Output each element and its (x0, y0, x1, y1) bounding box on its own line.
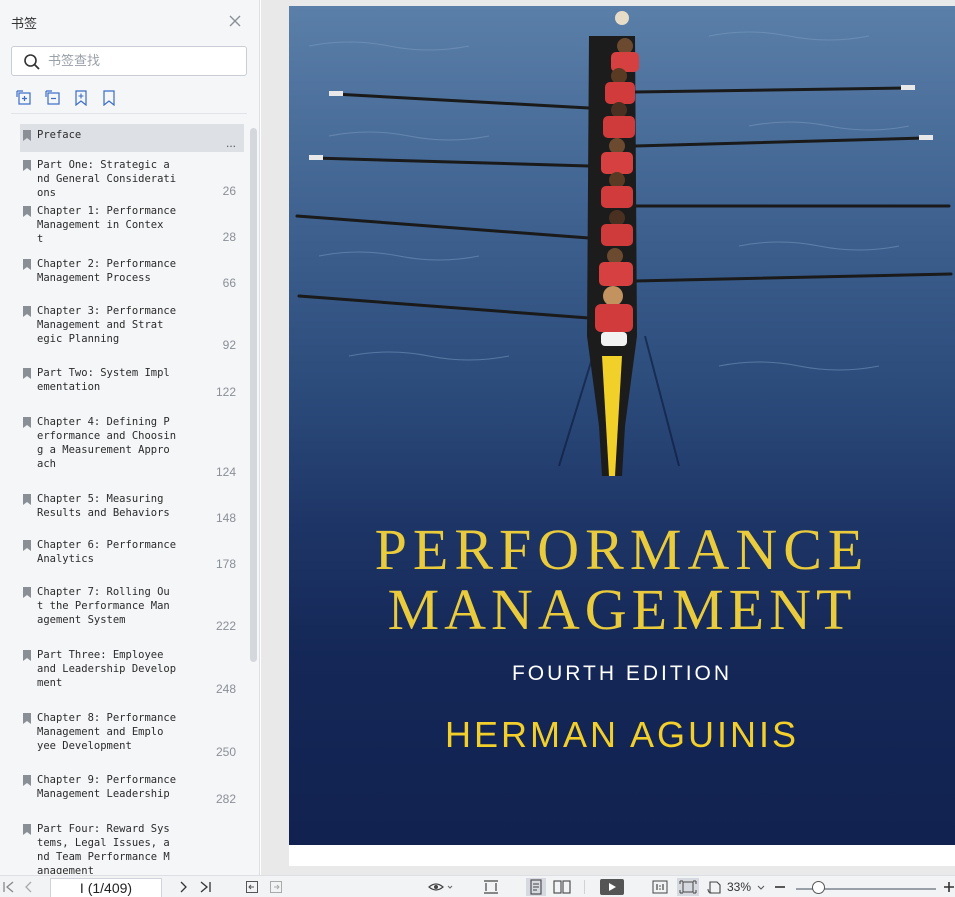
bookmark-label: Chapter 5: Measuring Results and Behavio… (37, 493, 170, 519)
bookmark-page: 66 (222, 276, 236, 290)
bookmark-item[interactable]: Chapter 6: Performance Analytics 178 (20, 534, 244, 571)
book-cover: PERFORMANCE MANAGEMENT FOURTH EDITION HE… (289, 6, 955, 845)
chevron-down-icon[interactable] (757, 880, 765, 894)
bookmark-label: Chapter 2: Performance Management Proces… (37, 258, 177, 284)
rotate-page-icon[interactable] (707, 880, 723, 894)
bookmark-page: 178 (215, 557, 236, 571)
bookmark-icon (23, 259, 31, 270)
expand-all-icon[interactable] (16, 90, 32, 106)
next-view-icon[interactable] (269, 880, 283, 894)
bookmark-item[interactable]: Chapter 3: Performance Management and St… (20, 300, 244, 352)
bookmark-page: 124 (215, 465, 236, 479)
bookmark-item[interactable]: Chapter 5: Measuring Results and Behavio… (20, 488, 244, 525)
bookmark-label: Part One: Strategic a nd General Conside… (37, 159, 177, 199)
bookmark-label: Chapter 6: Performance Analytics (37, 539, 177, 565)
bookmark-item[interactable]: Chapter 4: Defining P erformance and Cho… (20, 411, 244, 479)
bookmark-item[interactable]: Part Four: Reward Sys tems, Legal Issues… (20, 818, 244, 874)
eye-protection-icon[interactable] (428, 880, 454, 894)
bookmark-label: Part Three: Employee and Leadership Deve… (37, 649, 177, 689)
bookmark-label: Part Four: Reward Sys tems, Legal Issues… (37, 823, 170, 874)
bookmark-page: 148 (215, 511, 236, 525)
bookmark-item[interactable]: Chapter 1: Performance Management in Con… (20, 200, 244, 245)
cover-title-line-1: PERFORMANCE (374, 517, 870, 582)
bookmark-icon (23, 650, 31, 661)
bookmark-icon (23, 160, 31, 171)
bookmark-icon (23, 713, 31, 724)
document-view[interactable]: PERFORMANCE MANAGEMENT FOURTH EDITION HE… (261, 0, 955, 875)
bookmark-icon (23, 130, 31, 141)
single-page-icon[interactable] (526, 878, 546, 896)
fit-width-icon[interactable] (483, 880, 499, 894)
cover-title-line-2: MANAGEMENT (387, 577, 857, 642)
bookmark-search[interactable] (11, 46, 247, 76)
bookmark-icon (23, 368, 31, 379)
add-bookmark-icon[interactable] (73, 90, 89, 106)
bookmark-label: Chapter 8: Performance Management and Em… (37, 712, 177, 752)
bookmark-icon (23, 417, 31, 428)
divider (584, 880, 585, 894)
bookmark-label: Chapter 7: Rolling Ou t the Performance … (37, 586, 170, 626)
zoom-in-icon[interactable] (942, 880, 955, 894)
bookmark-outline-icon[interactable] (101, 90, 117, 106)
pdf-page: PERFORMANCE MANAGEMENT FOURTH EDITION HE… (289, 6, 955, 866)
previous-page-icon[interactable] (22, 880, 36, 894)
bookmark-item[interactable]: Part Three: Employee and Leadership Deve… (20, 644, 244, 696)
bookmark-icon (23, 494, 31, 505)
close-icon[interactable] (228, 14, 242, 28)
fit-page-icon[interactable] (677, 878, 699, 896)
zoom-slider-handle[interactable] (812, 881, 825, 894)
sidebar-scrollbar[interactable] (250, 128, 257, 662)
bookmark-icon (23, 587, 31, 598)
next-page-icon[interactable] (176, 880, 190, 894)
bookmark-page: 122 (215, 385, 236, 399)
bookmark-page: 250 (215, 745, 236, 759)
bookmark-page: 248 (215, 682, 236, 696)
bookmark-label: Part Two: System Impl ementation (37, 367, 170, 393)
actual-size-icon[interactable] (652, 880, 668, 894)
bookmark-label: Chapter 1: Performance Management in Con… (37, 205, 177, 245)
page-number-input[interactable]: I (1/409) (50, 878, 162, 897)
bookmark-item[interactable]: Chapter 2: Performance Management Proces… (20, 253, 244, 290)
bookmark-item[interactable]: Chapter 7: Rolling Ou t the Performance … (20, 581, 244, 633)
bookmark-item[interactable]: Part One: Strategic a nd General Conside… (20, 154, 244, 199)
pdf-reader-window: 书签 书签查找 Preface ... Part One: Strategic … (0, 0, 955, 897)
bookmark-page: 222 (215, 619, 236, 633)
bookmark-page: 26 (222, 184, 236, 198)
bookmark-page: 92 (222, 338, 236, 352)
bookmark-icon (23, 306, 31, 317)
previous-view-icon[interactable] (245, 880, 259, 894)
bookmark-icon (23, 775, 31, 786)
bookmark-page: ... (225, 136, 236, 150)
bookmark-page: 282 (215, 792, 236, 806)
bookmark-icon (23, 824, 31, 835)
cover-edition: FOURTH EDITION (511, 662, 733, 685)
two-page-icon[interactable] (553, 880, 571, 894)
bookmark-label: Chapter 9: Performance Management Leader… (37, 774, 177, 800)
bookmark-item[interactable]: Preface ... (20, 124, 244, 152)
search-input[interactable] (48, 51, 238, 71)
bookmark-item[interactable]: Chapter 8: Performance Management and Em… (20, 707, 244, 759)
bookmark-item[interactable]: Chapter 9: Performance Management Leader… (20, 769, 244, 806)
bookmark-label: Preface (37, 129, 82, 141)
bookmark-list: Preface ... Part One: Strategic a nd Gen… (20, 124, 246, 874)
bookmark-page: 28 (222, 230, 236, 244)
bookmark-icon (23, 206, 31, 217)
bookmark-icon (23, 540, 31, 551)
divider (11, 113, 247, 114)
collapse-all-icon[interactable] (45, 90, 61, 106)
bookmark-panel: 书签 书签查找 Preface ... Part One: Strategic … (0, 0, 260, 875)
bookmark-label: Chapter 4: Defining P erformance and Cho… (37, 416, 177, 470)
zoom-out-icon[interactable] (773, 880, 787, 894)
search-icon (24, 54, 40, 70)
bookmark-label: Chapter 3: Performance Management and St… (37, 305, 177, 345)
bookmark-item[interactable]: Part Two: System Impl ementation 122 (20, 362, 244, 399)
panel-title: 书签 (11, 17, 38, 32)
cover-author: HERMAN AGUINIS (444, 714, 800, 755)
zoom-level[interactable]: 33% (727, 880, 751, 894)
play-slideshow-icon[interactable] (600, 879, 624, 895)
status-bar: I (1/409) 33% (0, 875, 955, 897)
last-page-icon[interactable] (198, 880, 212, 894)
first-page-icon[interactable] (2, 880, 16, 894)
